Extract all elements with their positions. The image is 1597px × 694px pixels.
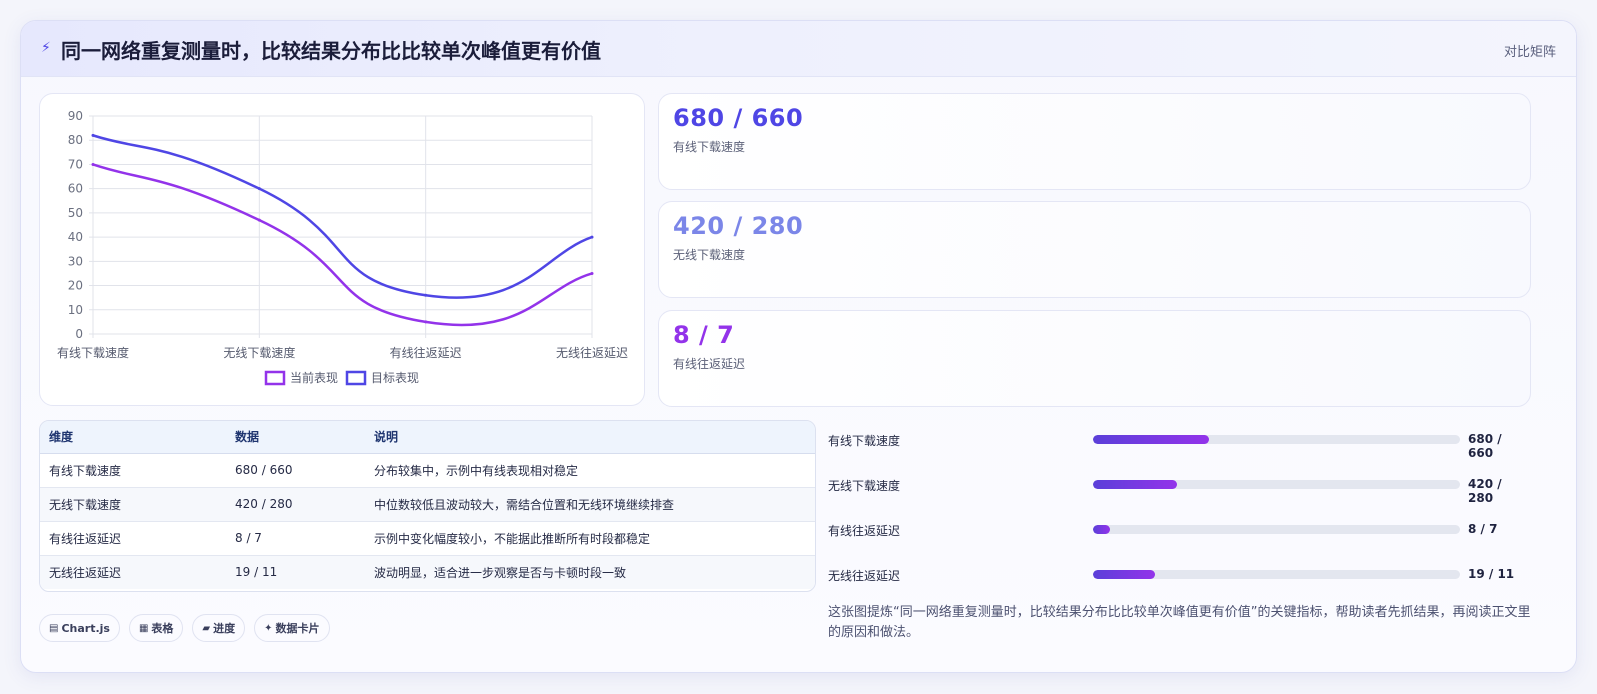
summary-text: 这张图提炼“同一网络重复测量时，比较结果分布比比较单次峰值更有价值”的关键指标，… <box>828 605 1531 640</box>
lightning-icon: ⚡ <box>41 40 51 56</box>
insight-card: ⚡ 同一网络重复测量时，比较结果分布比比较单次峰值更有价值 对比矩阵 0 10 20… <box>20 20 1577 673</box>
table-cell: 中位数较低且波动较大，需结合位置和无线环境继续排查 <box>365 487 815 522</box>
kpi-card: 420 / 280 无线下载速度 <box>658 201 1531 298</box>
table-cell: 19 / 11 <box>226 555 365 589</box>
x-tick-label: 无线往返延迟 <box>556 345 628 360</box>
data-point <box>91 133 95 137</box>
kpi-card: 8 / 7 有线往返延迟 <box>658 310 1531 407</box>
kpi-value: 8 / 7 <box>673 321 735 349</box>
table-row: 无线下载速度 420 / 280 中位数较低且波动较大，需结合位置和无线环境继续… <box>40 487 815 522</box>
y-tick-label: 30 <box>68 254 83 268</box>
progress-label: 无线下载速度 <box>828 479 901 493</box>
card-header: ⚡ 同一网络重复测量时，比较结果分布比比较单次峰值更有价值 对比矩阵 <box>21 21 1576 77</box>
table-row: 有线下载速度 680 / 660 分布较集中，示例中有线表现相对稳定 <box>40 453 815 488</box>
table-row: 有线往返延迟 8 / 7 示例中变化幅度较小，不能据此推断所有时段都稳定 <box>40 521 815 556</box>
progress-value: 420 / 280 <box>1468 477 1502 505</box>
data-point <box>91 162 95 166</box>
progress-row: 有线下载速度 680 / 660 <box>828 430 1528 460</box>
y-tick-label: 90 <box>68 109 83 123</box>
table-cell: 示例中变化幅度较小，不能据此推断所有时段都稳定 <box>365 521 815 556</box>
data-point <box>257 218 261 222</box>
column-header: 维度 <box>40 421 226 454</box>
legend-label: 当前表现 <box>290 370 338 385</box>
line-chart: 0 10 20 30 40 50 60 70 80 90 有线下载速度 无线下载速度 有线往返延迟 无线往… <box>57 109 628 386</box>
legend-swatch <box>345 370 367 386</box>
sparkle-icon: ✦ <box>264 622 273 634</box>
table-cell: 8 / 7 <box>226 521 365 556</box>
y-tick-label: 70 <box>68 157 83 171</box>
table-row: 无线往返延迟 19 / 11 波动明显，适合进一步观察是否与卡顿时段一致 <box>40 555 815 589</box>
progress-fill <box>1093 570 1156 579</box>
tag-chartjs[interactable]: ▤ Chart.js <box>39 614 120 642</box>
progress-track <box>1093 435 1460 444</box>
column-header: 数据 <box>226 421 365 454</box>
table-cell: 有线下载速度 <box>40 453 226 488</box>
table-cell: 无线往返延迟 <box>40 555 226 589</box>
legend-label: 目标表现 <box>371 371 419 385</box>
progress-value: 680 / 660 <box>1468 432 1502 460</box>
progress-value: 19 / 11 <box>1468 567 1515 581</box>
tag-progress[interactable]: ▰ 进度 <box>192 614 246 642</box>
table-cell: 420 / 280 <box>226 487 365 522</box>
data-table: 维度 数据 说明 有线下载速度 680 / 660 分布较集中，示例中有线表现相… <box>39 420 816 592</box>
y-tick-label: 0 <box>75 327 83 341</box>
progress-track <box>1093 480 1460 489</box>
progress-row: 无线往返延迟 19 / 11 <box>828 565 1528 585</box>
x-tick-label: 有线往返延迟 <box>390 345 462 360</box>
tag-label: 表格 <box>151 622 174 635</box>
tag-label: 数据卡片 <box>275 622 320 635</box>
table-cell: 波动明显，适合进一步观察是否与卡顿时段一致 <box>365 555 815 589</box>
kpi-card: 680 / 660 有线下载速度 <box>658 93 1531 190</box>
data-point <box>257 187 261 191</box>
y-tick-label: 40 <box>68 230 83 244</box>
progress-label: 无线往返延迟 <box>828 569 901 583</box>
column-header: 说明 <box>365 421 815 454</box>
kpi-label: 无线下载速度 <box>673 248 746 262</box>
y-tick-label: 50 <box>68 206 83 220</box>
progress-fill <box>1093 480 1178 489</box>
comparison-matrix-link[interactable]: 对比矩阵 <box>1504 41 1556 60</box>
progress-row: 有线往返延迟 8 / 7 <box>828 520 1528 540</box>
y-tick-label: 20 <box>68 279 83 293</box>
tag-data-card[interactable]: ✦ 数据卡片 <box>254 614 330 642</box>
progress-row: 无线下载速度 420 / 280 <box>828 475 1528 505</box>
tag-label: 进度 <box>213 622 236 635</box>
table-header-row: 维度 数据 说明 <box>40 421 815 454</box>
x-tick-label: 有线下载速度 <box>57 345 129 360</box>
progress-label: 有线往返延迟 <box>828 524 901 538</box>
progress-fill <box>1093 525 1110 534</box>
kpi-value: 420 / 280 <box>673 212 804 240</box>
page-title: 同一网络重复测量时，比较结果分布比比较单次峰值更有价值 <box>61 39 601 63</box>
y-tick-label: 60 <box>68 182 83 196</box>
data-point <box>424 293 428 297</box>
data-point <box>424 320 428 324</box>
table-cell: 680 / 660 <box>226 453 365 488</box>
progress-track <box>1093 525 1460 534</box>
progress-fill <box>1093 435 1209 444</box>
progress-icon: ▰ <box>202 622 211 634</box>
progress-label: 有线下载速度 <box>828 434 901 448</box>
tag-label: Chart.js <box>61 621 110 635</box>
progress-track <box>1093 570 1460 579</box>
tag-table[interactable]: ▦ 表格 <box>128 614 184 642</box>
kpi-label: 有线下载速度 <box>673 140 746 154</box>
x-tick-label: 无线下载速度 <box>223 345 295 360</box>
table-cell: 分布较集中，示例中有线表现相对稳定 <box>365 453 815 488</box>
table-icon: ▦ <box>138 622 149 634</box>
chart-icon: ▤ <box>49 622 59 634</box>
data-point <box>590 271 594 275</box>
series-line <box>92 134 593 299</box>
y-tick-label: 10 <box>68 303 83 317</box>
table-cell: 无线下载速度 <box>40 487 226 522</box>
legend-swatch <box>264 370 286 386</box>
progress-value: 8 / 7 <box>1468 522 1498 536</box>
table-cell: 有线往返延迟 <box>40 521 226 556</box>
data-point <box>590 235 594 239</box>
line-chart-panel: 0 10 20 30 40 50 60 70 80 90 有线下载速度 无线下载速度 有线往返延迟 无线往… <box>39 93 645 406</box>
kpi-value: 680 / 660 <box>673 104 804 132</box>
tag-list: ▤ Chart.js ▦ 表格 ▰ 进度 ✦ 数据卡片 <box>39 614 330 642</box>
y-tick-label: 80 <box>68 133 83 147</box>
kpi-label: 有线往返延迟 <box>673 357 746 371</box>
